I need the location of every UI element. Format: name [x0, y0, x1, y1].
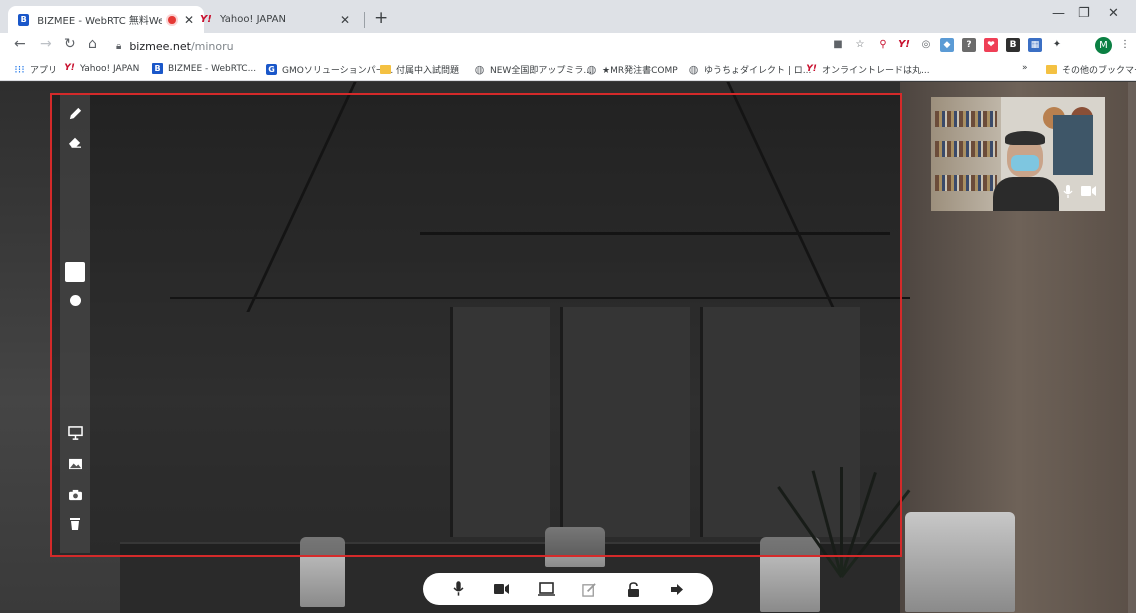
window-close-button[interactable]: ✕	[1108, 6, 1119, 21]
url-host: bizmee.net	[129, 39, 191, 53]
tab-close-icon[interactable]: ✕	[340, 13, 350, 27]
leave-icon[interactable]	[667, 579, 687, 599]
bookmark-label: Yahoo! JAPAN	[80, 63, 140, 74]
tab-yahoo[interactable]: Y! Yahoo! JAPAN ✕	[190, 6, 360, 33]
bookmark-label: アプリ	[30, 66, 58, 76]
profile-avatar[interactable]: M	[1095, 37, 1112, 54]
help-icon[interactable]: ?	[962, 38, 976, 52]
bookmark-label: その他のブックマーク	[1062, 66, 1136, 76]
whiteboard-edit-icon[interactable]	[580, 579, 600, 599]
globe-icon: ◍	[586, 63, 597, 76]
bookmark-label: NEW全国即アップミラ...	[490, 66, 592, 76]
extension-icon[interactable]: ◆	[940, 38, 954, 52]
forward-arrow-icon[interactable]: →	[40, 36, 52, 52]
microphone-icon[interactable]	[1063, 185, 1073, 203]
bookmark-overflow[interactable]: »	[1022, 63, 1028, 73]
yahoo-favicon-icon: Y!	[200, 13, 212, 25]
bookmarks-bar: ⁝⁝⁝ アプリ Y! Yahoo! JAPAN B BIZMEE - WebRT…	[0, 59, 1136, 81]
bookmark-label: 付属中入試問題	[396, 66, 460, 76]
self-view-video[interactable]	[931, 97, 1105, 211]
bookmark-link[interactable]: ◍ NEW全国即アップミラ...	[474, 63, 592, 76]
bookmark-label: ★MR発注書COMP	[602, 66, 678, 76]
bookmark-overflow-chevron: »	[1022, 63, 1028, 73]
whiteboard-canvas[interactable]	[50, 93, 902, 557]
self-view-controls	[1063, 185, 1097, 203]
menu-kebab-icon[interactable]: ⋮	[1118, 38, 1132, 52]
address-bar[interactable]: 🔒︎ bizmee.net /minoru	[106, 35, 826, 57]
tab-title: BIZMEE - WebRTC 無料Web	[37, 16, 163, 27]
monitor-icon[interactable]	[60, 423, 90, 443]
pencil-icon[interactable]	[60, 103, 90, 123]
recording-indicator-icon	[168, 15, 176, 24]
yahoo-icon[interactable]: Y!	[897, 38, 911, 52]
pocket-icon[interactable]: ❤	[984, 38, 998, 52]
minimize-button[interactable]: —	[1052, 6, 1065, 21]
back-arrow-icon[interactable]: ←	[14, 36, 26, 52]
color-swatch-white[interactable]	[60, 260, 90, 284]
tab-strip: B BIZMEE - WebRTC 無料Web ✕ Y! Yahoo! JAPA…	[0, 0, 1136, 33]
bizmee-favicon-icon: B	[18, 13, 30, 26]
folder-icon	[1046, 65, 1057, 74]
unlock-icon[interactable]	[623, 579, 643, 599]
bookmark-label: GMOソリューションパー...	[282, 66, 394, 76]
puzzle-icon[interactable]: ✦	[1050, 38, 1064, 52]
tab-bizmee[interactable]: B BIZMEE - WebRTC 無料Web ✕	[8, 6, 204, 33]
eraser-icon[interactable]	[60, 132, 90, 152]
bookmark-link[interactable]: Y! オンライントレードは丸...	[806, 63, 930, 76]
meeting-controls-bar	[423, 573, 713, 605]
star-icon[interactable]: ☆	[853, 38, 867, 52]
bookmark-apps[interactable]: ⁝⁝⁝ アプリ	[14, 63, 57, 76]
tab-separator	[364, 12, 365, 28]
browser-toolbar: ← → ↻ ⌂ 🔒︎ bizmee.net /minoru ■ ☆ ⚲ Y! ◎…	[0, 33, 1136, 59]
bookmark-link[interactable]: ◍ ゆうちょダイレクト | ロ...	[688, 63, 812, 76]
folder-icon	[380, 65, 391, 74]
scrollbar[interactable]	[1128, 82, 1136, 613]
hatena-bookmark-icon[interactable]: B	[1006, 38, 1020, 52]
globe-icon: ◍	[474, 63, 485, 76]
camera-icon[interactable]	[60, 485, 90, 505]
tab-title: Yahoo! JAPAN	[220, 14, 286, 25]
bookmark-label: ゆうちょダイレクト | ロ...	[704, 66, 812, 76]
extension-icon[interactable]: ◎	[919, 38, 933, 52]
bookmark-yahoo[interactable]: Y! Yahoo! JAPAN	[64, 63, 139, 74]
bookmark-gmo[interactable]: G GMOソリューションパー...	[266, 63, 393, 76]
image-icon[interactable]	[60, 454, 90, 474]
home-icon[interactable]: ⌂	[88, 36, 97, 52]
bookmark-label: BIZMEE - WebRTC...	[168, 63, 257, 74]
url-path: /minoru	[190, 39, 234, 53]
apps-icon: ⁝⁝⁝	[14, 63, 25, 76]
restore-button[interactable]: ❐	[1078, 6, 1090, 21]
search-icon[interactable]: ⚲	[876, 38, 890, 52]
bookmark-folder[interactable]: 付属中入試問題	[380, 63, 459, 76]
yahoo-icon: Y!	[64, 63, 75, 73]
brush-size-dot[interactable]	[60, 290, 90, 310]
drawing-toolbar	[60, 95, 90, 553]
bizmee-icon: B	[152, 63, 163, 74]
microphone-icon[interactable]	[449, 579, 469, 599]
bookmark-bizmee[interactable]: B BIZMEE - WebRTC...	[152, 63, 256, 74]
bookmark-link[interactable]: ◍ ★MR発注書COMP	[586, 63, 678, 76]
globe-icon: ◍	[688, 63, 699, 76]
bookmark-label: オンライントレードは丸...	[822, 66, 930, 76]
video-camera-icon[interactable]: ■	[831, 38, 845, 52]
yahoo-icon: Y!	[806, 64, 817, 74]
video-camera-icon[interactable]	[1081, 185, 1097, 203]
extension-icon[interactable]: ▦	[1028, 38, 1042, 52]
screen-share-icon[interactable]	[536, 579, 556, 599]
new-tab-button[interactable]: +	[374, 8, 388, 28]
chair	[905, 512, 1015, 612]
meeting-room-background	[0, 82, 1136, 613]
video-camera-icon[interactable]	[492, 579, 512, 599]
reload-icon[interactable]: ↻	[64, 36, 76, 52]
bookmark-other-folder[interactable]: その他のブックマーク	[1046, 63, 1136, 76]
trash-icon[interactable]	[60, 514, 90, 534]
lock-icon: 🔒︎	[116, 40, 122, 52]
gmo-icon: G	[266, 64, 277, 75]
